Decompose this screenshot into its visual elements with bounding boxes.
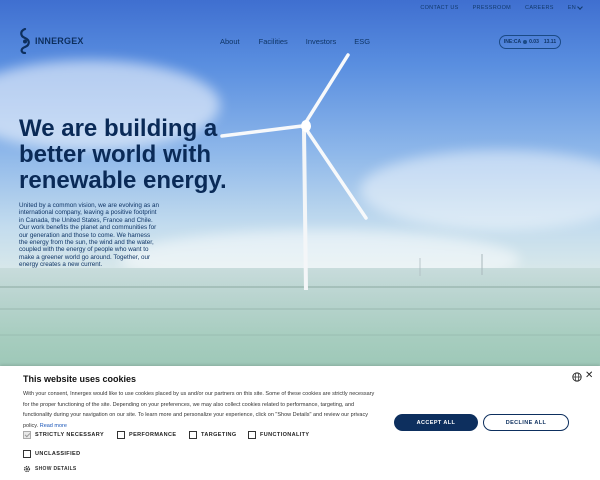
hero-headline: We are building a better world with rene… (19, 115, 227, 194)
nav-about[interactable]: About (220, 37, 240, 46)
option-label: FUNCTIONALITY (260, 432, 310, 438)
close-icon[interactable]: ✕ (585, 370, 593, 381)
accept-all-button[interactable]: ACCEPT ALL (394, 414, 478, 431)
option-performance[interactable]: PERFORMANCE (117, 431, 176, 439)
cookie-body-text: With your consent, Innergex would like t… (23, 391, 375, 429)
hero-description: United by a common vision, we are evolvi… (19, 202, 160, 269)
option-targeting[interactable]: TARGETING (189, 431, 237, 439)
stock-price: 13.11 (543, 39, 557, 45)
option-label: UNCLASSIFIED (35, 451, 81, 457)
option-functionality[interactable]: FUNCTIONALITY (248, 431, 310, 439)
show-details-label: SHOW DETAILS (35, 466, 77, 472)
nav-facilities[interactable]: Facilities (259, 37, 288, 46)
targeting-checkbox[interactable] (189, 431, 197, 439)
chevron-down-icon (577, 4, 583, 10)
option-label: STRICTLY NECESSARY (35, 432, 105, 438)
cookie-description: With your consent, Innergex would like t… (23, 389, 375, 431)
innergex-logo-icon (20, 28, 30, 54)
stock-change: 0.03 (529, 39, 539, 45)
option-unclassified[interactable]: UNCLASSIFIED (23, 450, 80, 458)
brand-logo[interactable]: INNERGEX (18, 28, 84, 54)
performance-checkbox[interactable] (117, 431, 125, 439)
nav-investors[interactable]: Investors (306, 37, 336, 46)
option-label: TARGETING (201, 432, 237, 438)
language-selector[interactable]: EN (567, 4, 583, 11)
pressroom-link[interactable]: PRESSROOM (473, 5, 511, 11)
cookie-banner: This website uses cookies ✕ With your co… (0, 366, 600, 480)
stock-ticker-badge[interactable]: INE:CA 0.03 13.11 (499, 35, 561, 49)
cookie-title: This website uses cookies (23, 374, 137, 384)
stock-symbol: INE:CA (503, 39, 522, 45)
contact-link[interactable]: CONTACT US (420, 5, 458, 11)
functionality-checkbox[interactable] (248, 431, 256, 439)
read-more-link[interactable]: Read more (40, 423, 67, 429)
utility-nav: CONTACT US PRESSROOM CAREERS EN (420, 0, 600, 16)
language-label: EN (567, 5, 576, 11)
decline-all-button[interactable]: DECLINE ALL (483, 414, 569, 431)
unclassified-checkbox[interactable] (23, 450, 31, 458)
option-strictly-necessary[interactable]: STRICTLY NECESSARY (23, 431, 104, 439)
option-label: PERFORMANCE (129, 432, 177, 438)
globe-icon[interactable] (572, 372, 582, 382)
careers-link[interactable]: CAREERS (525, 5, 554, 11)
main-nav: About Facilities Investors ESG (220, 37, 370, 46)
brand-name: INNERGEX (35, 36, 84, 46)
nav-esg[interactable]: ESG (354, 37, 370, 46)
stock-change-icon (523, 40, 528, 44)
show-details-toggle[interactable]: SHOW DETAILS (23, 465, 77, 473)
strictly-necessary-checkbox[interactable] (23, 431, 31, 439)
gear-icon (23, 465, 31, 473)
